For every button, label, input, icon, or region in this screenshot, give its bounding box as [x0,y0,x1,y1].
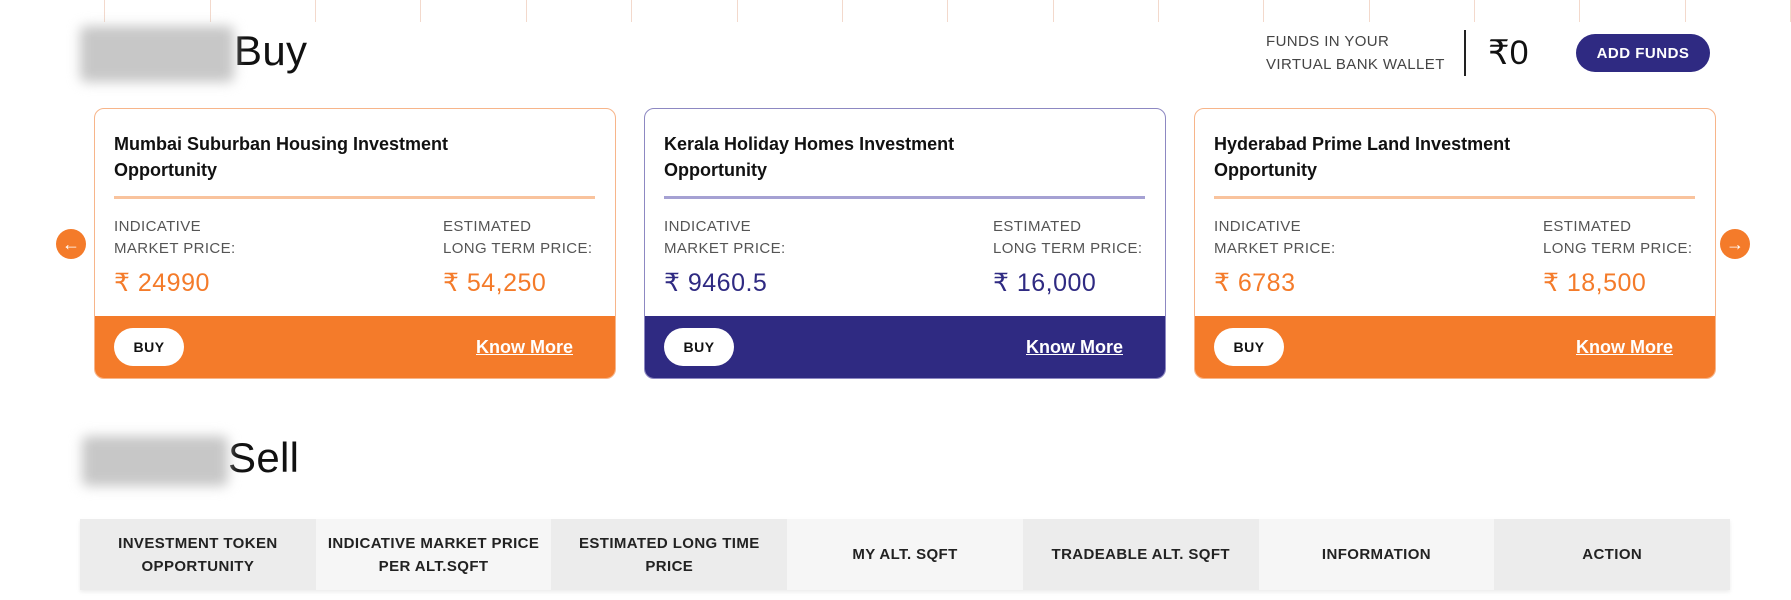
indicative-price-block: INDICATIVE MARKET PRICE: ₹ 9460.5 [664,216,786,298]
investment-card-hyderabad: Hyderabad Prime Land Investment Opportun… [1194,108,1716,379]
wallet-amount: ₹0 [1488,34,1529,72]
indicative-price-block: INDICATIVE MARKET PRICE: ₹ 24990 [114,216,236,298]
top-decorative-stripe [0,0,1791,22]
buy-button[interactable]: BUY [114,328,184,366]
estimated-price-block: ESTIMATED LONG TERM PRICE: ₹ 54,250 [443,216,592,298]
card-title: Kerala Holiday Homes Investment Opportun… [664,134,955,180]
estimated-price: ₹ 16,000 [993,269,1097,297]
indicative-label: INDICATIVE MARKET PRICE: [1214,218,1336,257]
wallet-divider [1464,30,1466,76]
sell-heading-text: Sell [228,434,300,481]
know-more-link[interactable]: Know More [476,337,573,358]
card-footer: BUY Know More [1195,316,1715,378]
card-divider [114,196,595,199]
estimated-label: ESTIMATED LONG TERM PRICE: [993,218,1143,257]
estimated-label: ESTIMATED LONG TERM PRICE: [1543,218,1693,257]
indicative-price: ₹ 9460.5 [664,269,768,297]
column-header-estimated-long-time-price[interactable]: ESTIMATED LONG TIME PRICE [551,519,788,590]
indicative-price: ₹ 6783 [1214,269,1296,297]
column-header-investment-token[interactable]: INVESTMENT TOKEN OPPORTUNITY [80,519,316,590]
estimated-price-block: ESTIMATED LONG TERM PRICE: ₹ 18,500 [1543,216,1692,298]
column-header-information[interactable]: INFORMATION [1258,519,1495,590]
card-title: Mumbai Suburban Housing Investment Oppor… [114,134,449,180]
redacted-word [82,435,228,486]
buy-button[interactable]: BUY [664,328,734,366]
estimated-price-block: ESTIMATED LONG TERM PRICE: ₹ 16,000 [993,216,1142,298]
column-header-my-alt-sqft[interactable]: MY ALT. SQFT [787,519,1023,590]
estimated-price: ₹ 54,250 [443,269,547,297]
column-header-action[interactable]: ACTION [1494,519,1731,590]
investment-card-kerala: Kerala Holiday Homes Investment Opportun… [644,108,1166,379]
add-funds-button[interactable]: ADD FUNDS [1576,34,1710,72]
indicative-label: INDICATIVE MARKET PRICE: [114,218,236,257]
card-footer: BUY Know More [95,316,615,378]
column-header-tradeable-alt-sqft[interactable]: TRADEABLE ALT. SQFT [1022,519,1259,590]
wallet-label-line1: FUNDS IN YOUR [1266,33,1390,50]
sell-section-heading: Sell [82,434,299,486]
investment-card-mumbai: Mumbai Suburban Housing Investment Oppor… [94,108,616,379]
card-title: Hyderabad Prime Land Investment Opportun… [1214,134,1511,180]
card-footer: BUY Know More [645,316,1165,378]
buy-heading-text: Buy [234,27,308,75]
sell-table-header: INVESTMENT TOKEN OPPORTUNITY INDICATIVE … [80,519,1731,590]
indicative-price-block: INDICATIVE MARKET PRICE: ₹ 6783 [1214,216,1336,298]
column-header-indicative-market-price[interactable]: INDICATIVE MARKET PRICE PER ALT.SQFT [315,519,552,590]
wallet-label: FUNDS IN YOUR VIRTUAL BANK WALLET [1266,30,1464,76]
card-divider [664,196,1145,199]
carousel-prev-arrow-icon[interactable]: ← [56,229,86,259]
know-more-link[interactable]: Know More [1576,337,1673,358]
know-more-link[interactable]: Know More [1026,337,1123,358]
buy-button[interactable]: BUY [1214,328,1284,366]
wallet-summary: FUNDS IN YOUR VIRTUAL BANK WALLET ₹0 ADD… [1266,30,1710,76]
carousel-next-arrow-icon[interactable]: → [1720,229,1750,259]
buy-section-heading: Buy [80,26,307,82]
estimated-price: ₹ 18,500 [1543,269,1647,297]
indicative-label: INDICATIVE MARKET PRICE: [664,218,786,257]
card-divider [1214,196,1695,199]
wallet-label-line2: VIRTUAL BANK WALLET [1266,56,1445,73]
indicative-price: ₹ 24990 [114,269,210,297]
redacted-word [80,26,234,82]
estimated-label: ESTIMATED LONG TERM PRICE: [443,218,593,257]
